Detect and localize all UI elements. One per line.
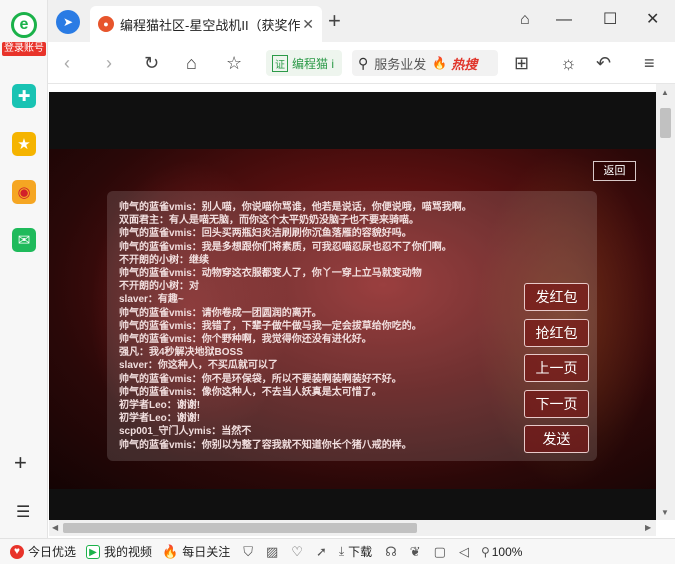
chat-line: 帅气的蓝雀vmis：你不是环保袋，所以不要装啊装啊装好不好。 (119, 373, 402, 385)
tab-favicon-icon: ● (98, 16, 114, 32)
add-icon[interactable]: + (14, 450, 27, 476)
next-page-button[interactable]: 下一页 (524, 390, 589, 418)
brightness-icon[interactable]: ☼ (560, 52, 577, 74)
back-arrow-icon[interactable]: ‹ (64, 52, 70, 74)
horizontal-scrollbar[interactable]: ◀ ▶ (49, 520, 656, 536)
new-tab-button[interactable]: + (328, 10, 341, 32)
maximize-button[interactable]: ☐ (603, 10, 617, 30)
send-red-packet-button[interactable]: 发红包 (524, 283, 589, 311)
close-window-button[interactable]: ✕ (646, 10, 659, 30)
chat-line: 不开朗的小树：对 (119, 281, 199, 293)
image-icon[interactable]: ▨ (266, 544, 278, 560)
skin-shirt-icon[interactable]: ⌂ (520, 10, 530, 30)
prev-page-button[interactable]: 上一页 (524, 354, 589, 382)
horizontal-scroll-thumb[interactable] (63, 523, 417, 533)
logo-letter: e (19, 16, 29, 33)
chat-line: 帅气的蓝雀vmis：别人喵，你说喵你骂谁，他若是说话，你便说哦，喵骂我啊。 (119, 202, 472, 213)
bookmark-star-icon[interactable]: ☆ (226, 52, 242, 74)
star-icon[interactable]: ★ (12, 132, 36, 156)
daily-focus-label: 每日关注 (182, 545, 231, 559)
headset-icon[interactable]: ☊ (385, 544, 397, 560)
shield-icon[interactable]: ⛉ (243, 544, 253, 560)
chat-line: 帅气的蓝雀vmis：动物穿这衣服都变人了，你丫一穿上立马就变动物 (119, 268, 422, 280)
chat-line: slaver：你这种人，不买瓜就可以了 (119, 360, 278, 372)
minimize-button[interactable]: — (556, 10, 572, 30)
address-text: 编程猫 i (292, 56, 335, 71)
list-icon[interactable]: ☰ (16, 502, 30, 522)
plus-cross-icon[interactable]: ✚ (12, 84, 36, 108)
left-sidebar: e 登录账号 ✚ ★ ◉ ✉ + ☰ (0, 0, 48, 540)
my-videos-label: 我的视频 (104, 545, 153, 559)
chat-line: slaver：有趣~ (119, 294, 184, 306)
zoom-level: 100% (491, 544, 523, 559)
tab-active[interactable]: ● 编程猫社区-星空战机II（获奖作 ✕ (90, 6, 322, 42)
search-icon: ⚲ (358, 54, 369, 71)
window-icon[interactable]: ▢ (434, 544, 446, 560)
game-stage: 返回 帅气的蓝雀vmis：别人喵，你说喵你骂谁，他若是说话，你便说哦，喵骂我啊。… (49, 149, 656, 489)
tab-bar: ➤ ● 编程猫社区-星空战机II（获奖作 ✕ + ⌂ — ☐ ✕ (48, 0, 675, 42)
volume-icon[interactable]: ◁ (459, 544, 469, 560)
send-button[interactable]: 发送 (524, 425, 589, 453)
chat-line: 双面君主：有人是喵无脑，而你这个太平奶奶没脑子也不要来骑喵。 (119, 215, 419, 227)
mail-icon[interactable]: ✉ (12, 228, 36, 252)
download-button[interactable]: ⤓ 下载 (339, 543, 372, 560)
address-bar[interactable]: 证 编程猫 i (266, 50, 342, 76)
scroll-right-icon[interactable]: ▶ (645, 523, 651, 532)
scroll-left-icon[interactable]: ◀ (52, 523, 58, 532)
zoom-icon: ⚲ (480, 544, 490, 559)
refresh-icon[interactable]: ↻ (144, 52, 159, 74)
login-account-button[interactable]: 登录账号 (2, 42, 46, 56)
chat-line: 帅气的蓝雀vmis：回头买两瓶妇炎洁刷刷你沉鱼落雁的容貌好吗。 (119, 228, 412, 240)
chat-line: 帅气的蓝雀vmis：你个野种啊，我觉得你还没有进化好。 (119, 334, 372, 346)
grab-red-packet-button[interactable]: 抢红包 (524, 319, 589, 347)
grid-apps-icon[interactable]: ⊞ (514, 52, 529, 74)
vertical-scroll-thumb[interactable] (660, 108, 671, 138)
certificate-badge: 证 (272, 54, 288, 72)
leaf-icon[interactable]: ❦ (410, 544, 421, 560)
forward-arrow-icon[interactable]: › (106, 52, 112, 74)
menu-icon[interactable]: ≡ (644, 52, 655, 74)
chat-line: 初学者Leo：谢谢! (119, 400, 201, 412)
scroll-up-icon[interactable]: ▲ (661, 88, 669, 97)
rocket-icon[interactable]: ➚ (316, 544, 327, 560)
page-content: 返回 帅气的蓝雀vmis：别人喵，你说喵你骂谁，他若是说话，你便说哦，喵骂我啊。… (49, 92, 656, 520)
flame-icon: 🔥 (432, 56, 448, 70)
chat-line: 强凡：我4秒解决地狱BOSS (119, 347, 243, 359)
hot-search-label: 热搜 (451, 56, 478, 72)
search-placeholder: 服务业发 (374, 56, 427, 72)
undo-icon[interactable]: ↶ (596, 52, 611, 74)
chat-line: 帅气的蓝雀vmis：我错了，下辈子做牛做马我一定会拔草给你吃的。 (119, 320, 422, 332)
heart-icon: ♥ (10, 544, 24, 559)
my-videos-button[interactable]: ▶ 我的视频 (86, 543, 152, 560)
compass-icon[interactable]: ➤ (56, 10, 80, 34)
flame-icon: 🔥 (162, 543, 179, 559)
return-button[interactable]: 返回 (593, 161, 636, 181)
tab-close-icon[interactable]: ✕ (302, 16, 314, 33)
scroll-down-icon[interactable]: ▼ (661, 508, 669, 517)
chat-line: 不开朗的小树：继续 (119, 254, 209, 266)
toolbar: ‹ › ↻ ⌂ ☆ 证 编程猫 i ⚲ 服务业发 🔥 热搜 ⊞ ☼ ↶ ≡ (48, 42, 675, 84)
today-picks-button[interactable]: ♥ 今日优选 (10, 543, 76, 560)
download-icon: ⤓ (338, 544, 345, 558)
search-box[interactable]: ⚲ 服务业发 🔥 热搜 (352, 50, 498, 76)
today-picks-label: 今日优选 (28, 545, 77, 559)
chat-line: 初学者Leo：谢谢! (119, 413, 201, 425)
download-label: 下载 (348, 545, 373, 559)
weibo-icon[interactable]: ◉ (12, 180, 36, 204)
status-bar: ♥ 今日优选 ▶ 我的视频 🔥 每日关注 ⛉ ▨ ♡ ➚ ⤓ 下载 ☊ ❦ ▢ … (0, 538, 675, 564)
home-icon[interactable]: ⌂ (186, 52, 197, 74)
chat-line: 帅气的蓝雀vmis：我是多想跟你们将素质，可我忍喵忍尿也忍不了你们啊。 (119, 241, 452, 253)
video-play-icon: ▶ (86, 544, 101, 559)
zoom-control[interactable]: ⚲ 100% (481, 545, 523, 559)
vertical-scrollbar[interactable]: ▲ ▼ (656, 84, 675, 520)
chat-line: 帅气的蓝雀vmis：你别以为整了容我就不知道你长个猪八戒的样。 (119, 439, 412, 451)
heartbeat-icon[interactable]: ♡ (291, 544, 303, 560)
chat-line: scp001_守门人ymis：当然不 (119, 426, 252, 438)
tab-title: 编程猫社区-星空战机II（获奖作 (120, 17, 300, 33)
daily-focus-button[interactable]: 🔥 每日关注 (162, 543, 230, 560)
chat-line: 帅气的蓝雀vmis：请你卷成一团圆润的离开。 (119, 307, 322, 319)
browser-logo-icon[interactable]: e (11, 12, 37, 38)
chat-line: 帅气的蓝雀vmis：像你这种人，不去当人妖真是太可惜了。 (119, 386, 382, 398)
